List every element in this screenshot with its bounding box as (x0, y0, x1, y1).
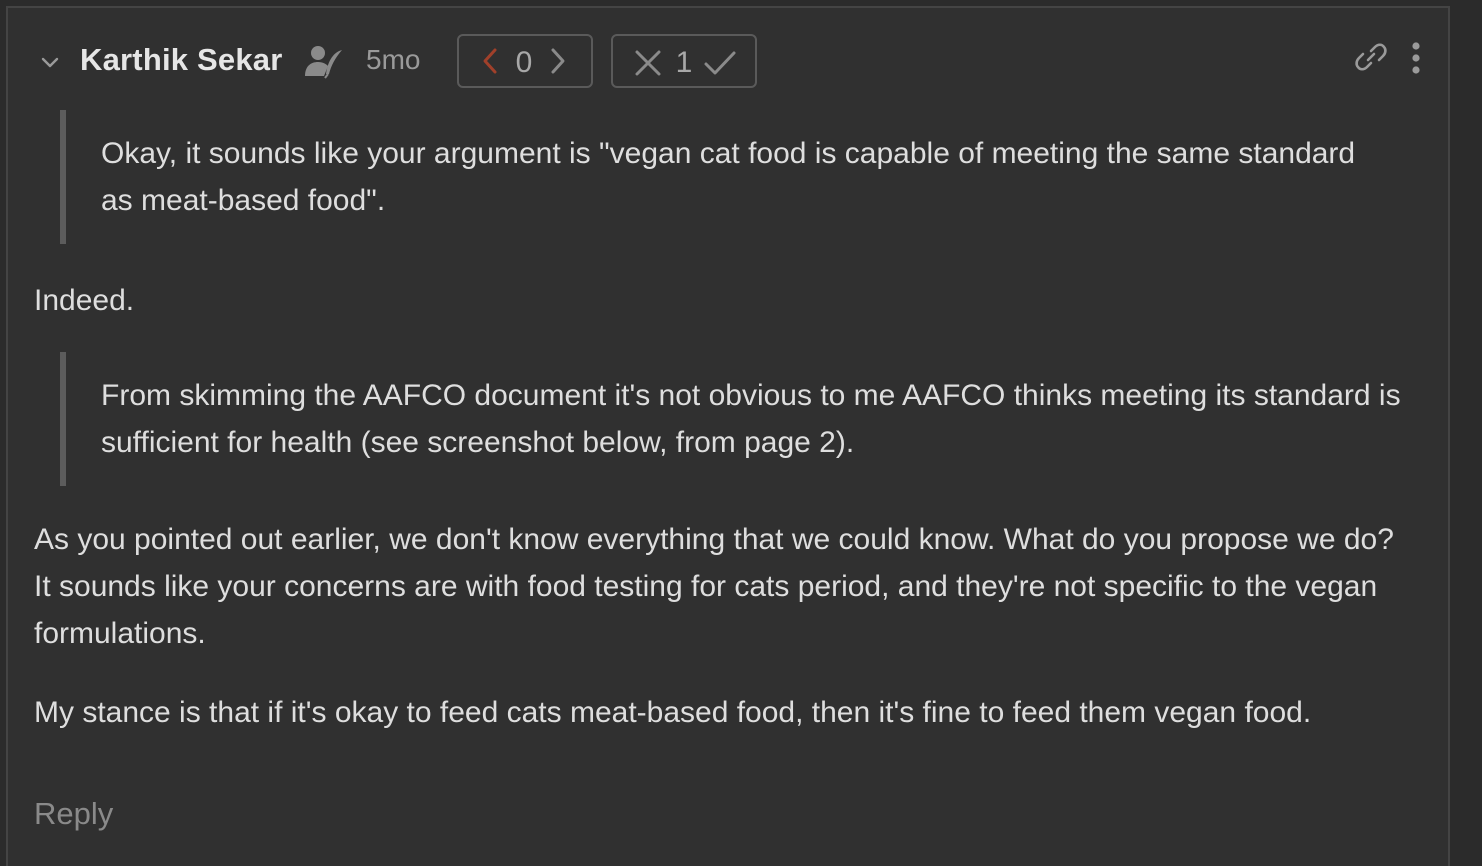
collapse-button[interactable] (38, 50, 62, 74)
blockquote: Okay, it sounds like your argument is "v… (60, 110, 1381, 244)
comment: Karthik Sekar 5mo 0 1 Okay, it sounds li… (6, 6, 1450, 866)
agree-button[interactable] (703, 44, 736, 80)
karma-vote: 0 (457, 34, 593, 88)
x-icon (635, 50, 661, 76)
chevron-down-icon (41, 57, 59, 68)
author-with-quill-icon (304, 44, 346, 80)
comment-header: Karthik Sekar 5mo 0 1 (8, 30, 1448, 90)
permalink-button[interactable] (1354, 40, 1388, 74)
check-icon (704, 51, 736, 75)
paragraph: Indeed. (34, 284, 135, 317)
karma-score: 0 (515, 46, 533, 79)
quote-text: From skimming the AAFCO document it's no… (101, 379, 1401, 459)
downvote-button[interactable] (475, 44, 505, 80)
more-vertical-icon (1412, 42, 1420, 74)
disagree-button[interactable] (633, 44, 663, 80)
reply-button[interactable]: Reply (34, 796, 113, 832)
paragraph: My stance is that if it's okay to feed c… (34, 696, 1312, 729)
upvote-button[interactable] (543, 44, 573, 80)
blockquote: From skimming the AAFCO document it's no… (60, 352, 1401, 486)
comment-age[interactable]: 5mo (366, 44, 420, 76)
agreement-score: 1 (675, 46, 693, 79)
author-name[interactable]: Karthik Sekar (80, 42, 282, 78)
more-options-button[interactable] (1404, 40, 1428, 76)
chevron-left-icon (483, 48, 497, 74)
chevron-right-icon (551, 48, 565, 74)
link-icon (1355, 43, 1387, 71)
agreement-vote: 1 (611, 34, 757, 88)
paragraph: As you pointed out earlier, we don't kno… (34, 523, 1394, 650)
quote-text: Okay, it sounds like your argument is "v… (101, 137, 1356, 217)
